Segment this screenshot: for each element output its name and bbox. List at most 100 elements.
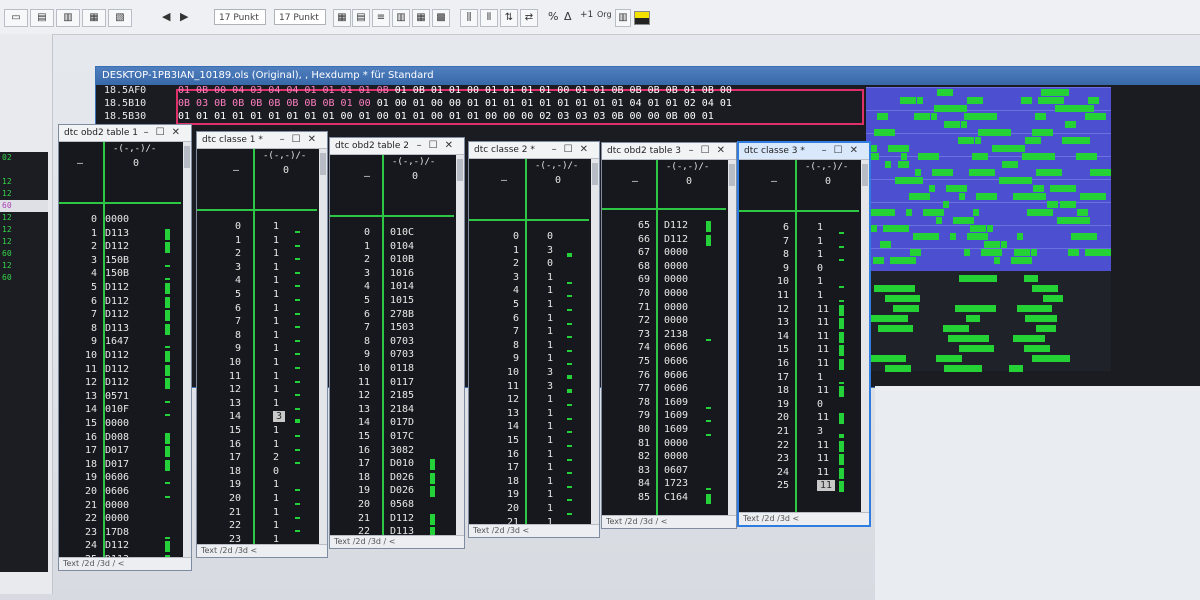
table-row[interactable]: 20 0606	[59, 486, 191, 500]
cell-value[interactable]: 0000	[664, 247, 688, 258]
cell-value[interactable]: 1	[817, 222, 823, 233]
cell-value[interactable]: 1015	[390, 295, 414, 306]
scrollbar[interactable]	[591, 159, 599, 525]
view-tabs[interactable]: Text /2d /3d / <	[330, 535, 464, 548]
table-window[interactable]: dtc obd2 table 2 –☐✕ -(-,-)/- 0–0 010C 1 0104 2…	[329, 137, 465, 549]
cell-value[interactable]: 1	[273, 343, 279, 354]
cell-value[interactable]: D112	[105, 296, 129, 307]
table-row[interactable]: 5 1015	[330, 295, 464, 309]
table-row[interactable]: 23 11	[739, 453, 869, 467]
table-row[interactable]: 13	[469, 245, 599, 259]
minimize-icon[interactable]: –	[822, 145, 834, 156]
cell-value[interactable]: 150B	[105, 268, 129, 279]
window-title[interactable]: dtc classe 1 * –☐✕	[197, 132, 327, 149]
table-row[interactable]: 19 D026	[330, 485, 464, 499]
window-controls[interactable]: –☐✕	[822, 143, 865, 159]
left-list-item[interactable]: 60	[0, 248, 48, 260]
table-row[interactable]: 13 1	[197, 398, 327, 412]
table-row[interactable]: 17 1	[739, 372, 869, 386]
table-row[interactable]: 90	[739, 263, 869, 277]
cell-value[interactable]: 3	[547, 367, 553, 378]
table-row[interactable]: 2 010B	[330, 254, 464, 268]
table-row[interactable]: 14 010F	[59, 404, 191, 418]
table-row[interactable]: 73 2138	[602, 329, 736, 343]
table-content[interactable]: -(-,-)/- 0–6 1 7 1 8 1 9 0 10 1 11 1 12 11 13 11 14 11 15 11…	[739, 160, 869, 513]
table-row[interactable]: 71	[197, 316, 327, 330]
window-controls[interactable]: –☐✕	[144, 125, 187, 141]
table-row[interactable]: 77 0606	[602, 383, 736, 397]
scrollbar-thumb[interactable]	[184, 146, 190, 168]
left-list-item[interactable]: 12	[0, 260, 48, 272]
table-row[interactable]: 41	[469, 285, 599, 299]
table-row[interactable]: 11 D112	[59, 364, 191, 378]
cell-value[interactable]: 0000	[664, 438, 688, 449]
cell-value[interactable]: D112	[105, 377, 129, 388]
table-row[interactable]: 4 1014	[330, 281, 464, 295]
table-row[interactable]: 85 C164	[602, 492, 736, 506]
cell-value[interactable]: 0000	[664, 451, 688, 462]
cell-value[interactable]: 0703	[390, 336, 414, 347]
maximize-icon[interactable]: ☐	[429, 140, 445, 151]
cell-value[interactable]: 0607	[664, 465, 688, 476]
cell-value[interactable]: 1	[273, 316, 279, 327]
swap-button[interactable]: ⇄	[520, 9, 538, 27]
table-row[interactable]: 13 0571	[59, 391, 191, 405]
maximize-icon[interactable]: ☐	[564, 144, 580, 155]
cell-value[interactable]: 0606	[664, 342, 688, 353]
scrollbar[interactable]	[861, 160, 869, 513]
table-row[interactable]: 10 0118	[330, 363, 464, 377]
cell-value[interactable]: 0568	[390, 499, 414, 510]
cell-value[interactable]: D112	[105, 540, 129, 551]
table-row[interactable]: 9 0703	[330, 349, 464, 363]
table-row[interactable]: 15 017C	[330, 431, 464, 445]
window-controls[interactable]: –☐✕	[417, 138, 460, 154]
view-tabs[interactable]: Text /2d /3d <	[469, 524, 599, 537]
table-row[interactable]: 75 0606	[602, 356, 736, 370]
table-row[interactable]: 22 11	[739, 440, 869, 454]
table-row[interactable]: 91	[197, 343, 327, 357]
table-row[interactable]: 20 1	[469, 503, 599, 517]
cell-value[interactable]: 2184	[390, 404, 414, 415]
org-button[interactable]: Org	[597, 10, 612, 19]
table-row[interactable]: 21 D112	[330, 513, 464, 527]
cell-value[interactable]: 0	[547, 258, 553, 269]
maximize-icon[interactable]: ☐	[834, 145, 850, 156]
cell-value[interactable]: 017D	[390, 417, 414, 428]
cell-value[interactable]: 1	[817, 276, 823, 287]
window-title[interactable]: dtc obd2 table 2 –☐✕	[330, 138, 464, 155]
left-list-item[interactable]: 12	[0, 236, 48, 248]
scrollbar[interactable]	[728, 160, 736, 516]
cell-value[interactable]: 1	[547, 408, 553, 419]
hexdump-title[interactable]: DESKTOP-1PB3IAN_10189.ols (Original), , …	[96, 67, 1200, 85]
scrollbar-thumb[interactable]	[862, 164, 868, 186]
close-icon[interactable]: ✕	[717, 145, 732, 156]
cell-value[interactable]: 1	[273, 357, 279, 368]
table-window[interactable]: dtc classe 2 * –☐✕ -(-,-)/- 0–0 0 1 3 2 0 3 1 4 1 5 1 6…	[468, 141, 600, 538]
table-row[interactable]: 21 3	[739, 426, 869, 440]
cell-value[interactable]: 11	[817, 304, 829, 315]
table-row[interactable]: 18 11	[739, 385, 869, 399]
table-row[interactable]: 51	[469, 299, 599, 313]
cell-value[interactable]: 1	[547, 394, 553, 405]
cell-value[interactable]: D010	[390, 458, 414, 469]
cell-value[interactable]: 0000	[105, 418, 129, 429]
table-row[interactable]: 1 D113	[59, 228, 191, 242]
table-row[interactable]: 19 1	[197, 479, 327, 493]
table-row[interactable]: 11	[197, 235, 327, 249]
hex-bytes[interactable]: 01 0B 01 01 00 01 01 01 01 00 01 01 0B 0…	[395, 85, 732, 96]
delta-button[interactable]: Δ	[564, 10, 572, 23]
cell-value[interactable]: 1	[547, 476, 553, 487]
table-row[interactable]: 11 1	[197, 371, 327, 385]
table-row[interactable]: 20 0568	[330, 499, 464, 513]
table-row[interactable]: 14 3	[197, 411, 327, 425]
table-row[interactable]: 14 11	[739, 331, 869, 345]
left-list-item[interactable]: 60	[0, 200, 48, 212]
table-row[interactable]: 11 1	[739, 290, 869, 304]
minimize-icon[interactable]: –	[552, 144, 564, 155]
table-row[interactable]: 16 D008	[59, 432, 191, 446]
cell-value[interactable]: 1609	[664, 410, 688, 421]
table-row[interactable]: 17 D017	[59, 445, 191, 459]
cell-value[interactable]: 0	[273, 466, 279, 477]
table-row[interactable]: 24 D112	[59, 540, 191, 554]
table-row[interactable]: 19 1	[469, 489, 599, 503]
